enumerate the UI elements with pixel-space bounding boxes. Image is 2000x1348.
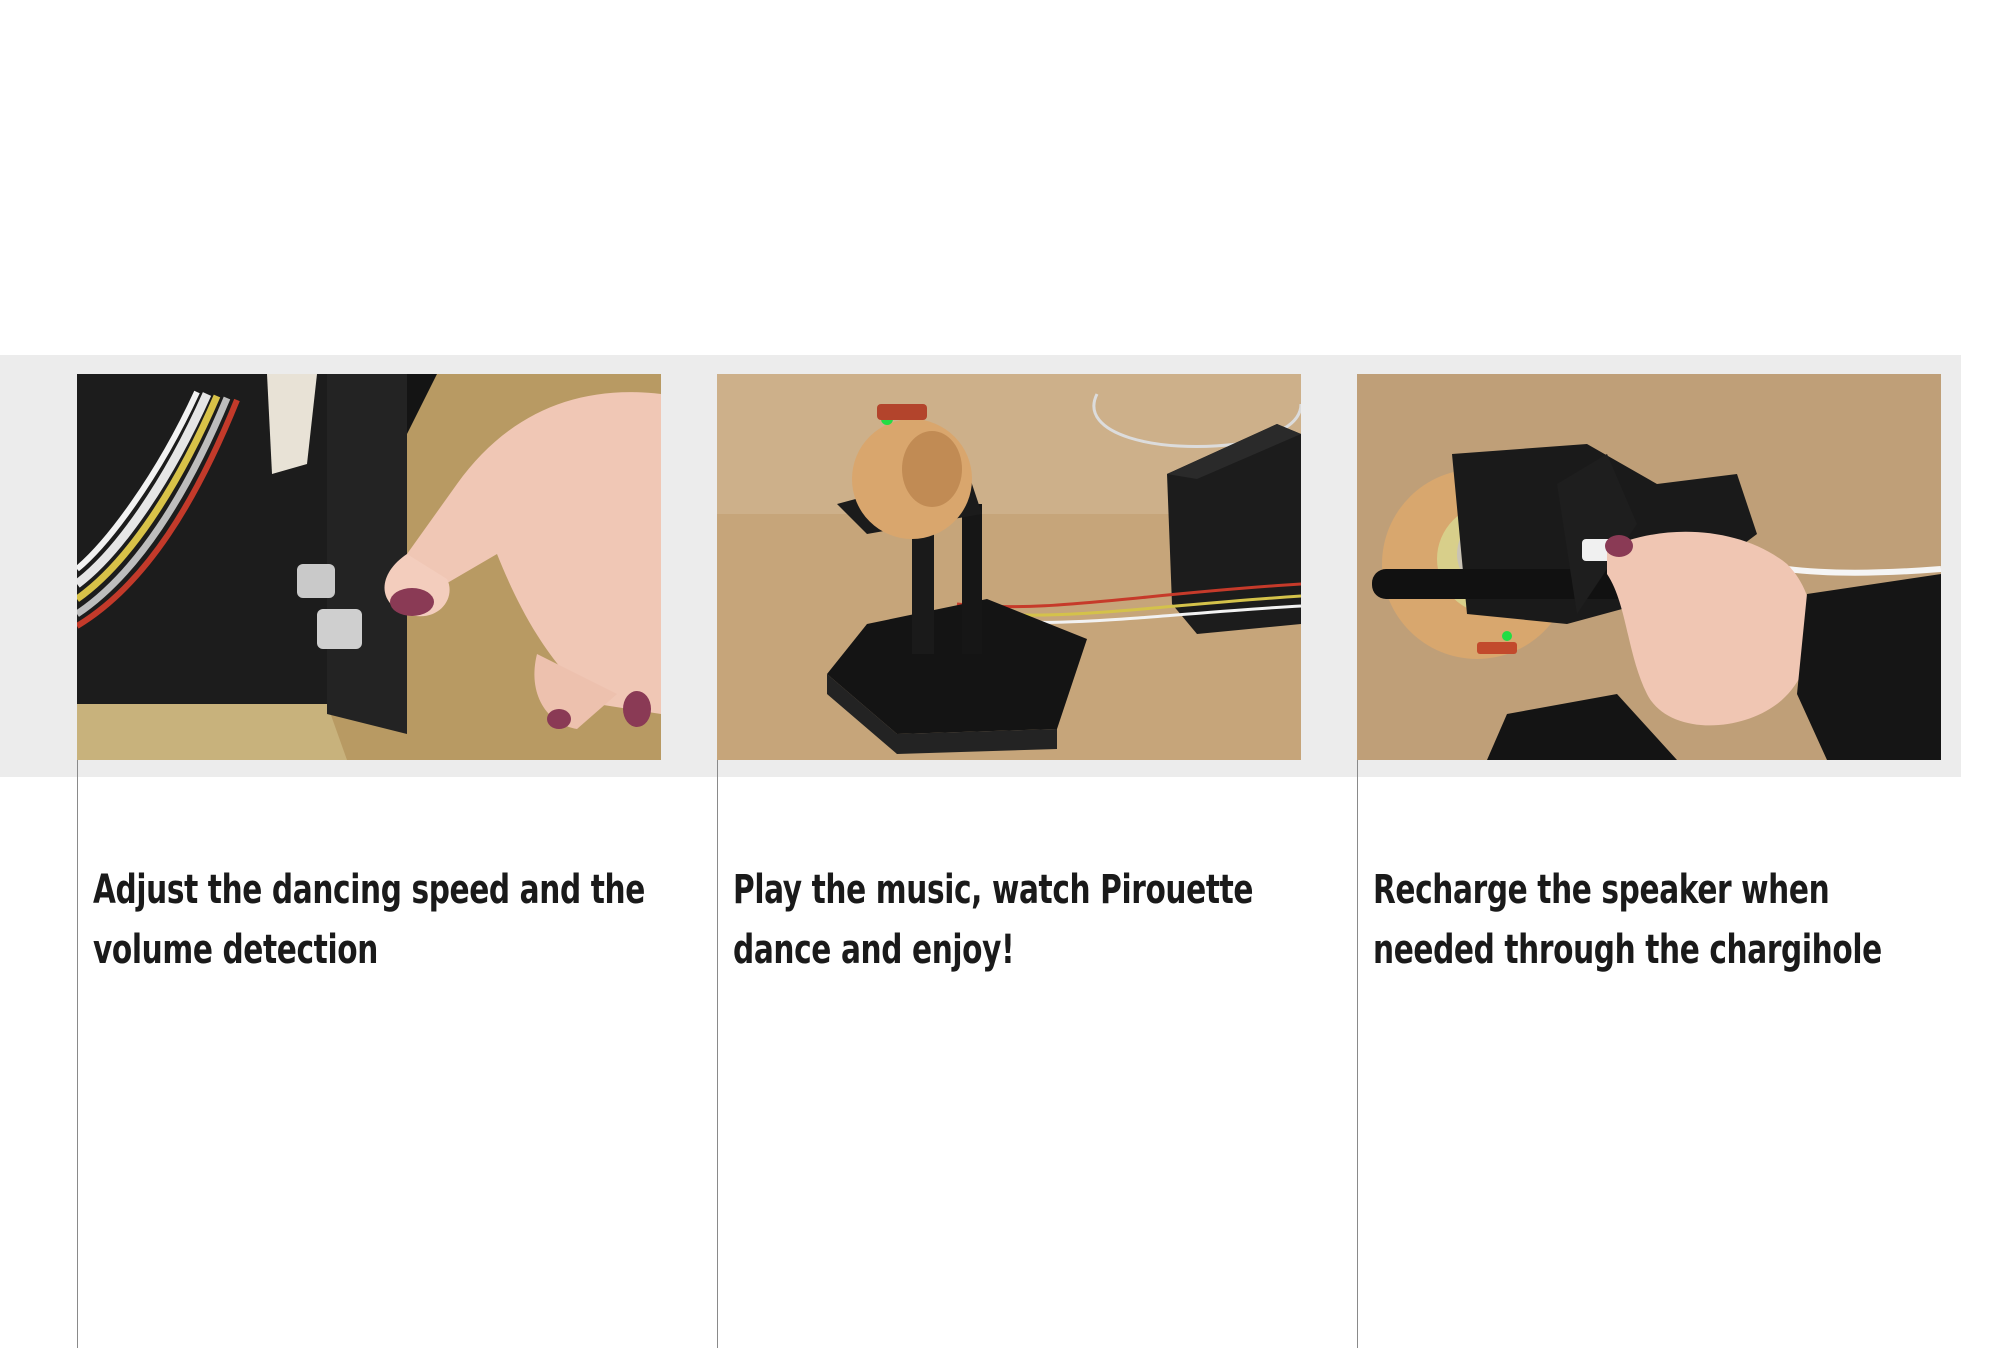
hand-plugging-charger-photo-icon — [1357, 374, 1941, 760]
robot-speaker-dancing-photo-icon — [717, 374, 1301, 760]
photo-recharge-speaker — [1357, 374, 1941, 760]
caption-play: Play the music, watch Pirouette dance an… — [733, 867, 1254, 973]
caption-divider — [717, 760, 718, 1348]
photo-robot-dancing — [717, 374, 1301, 760]
caption-divider — [77, 760, 78, 1348]
hand-turning-knobs-photo-icon — [77, 374, 661, 760]
caption-adjust: Adjust the dancing speed and the volume … — [93, 867, 645, 973]
caption-recharge: Recharge the speaker when needed through… — [1373, 867, 1882, 973]
caption-divider — [1357, 760, 1358, 1348]
photo-adjust-knobs — [77, 374, 661, 760]
